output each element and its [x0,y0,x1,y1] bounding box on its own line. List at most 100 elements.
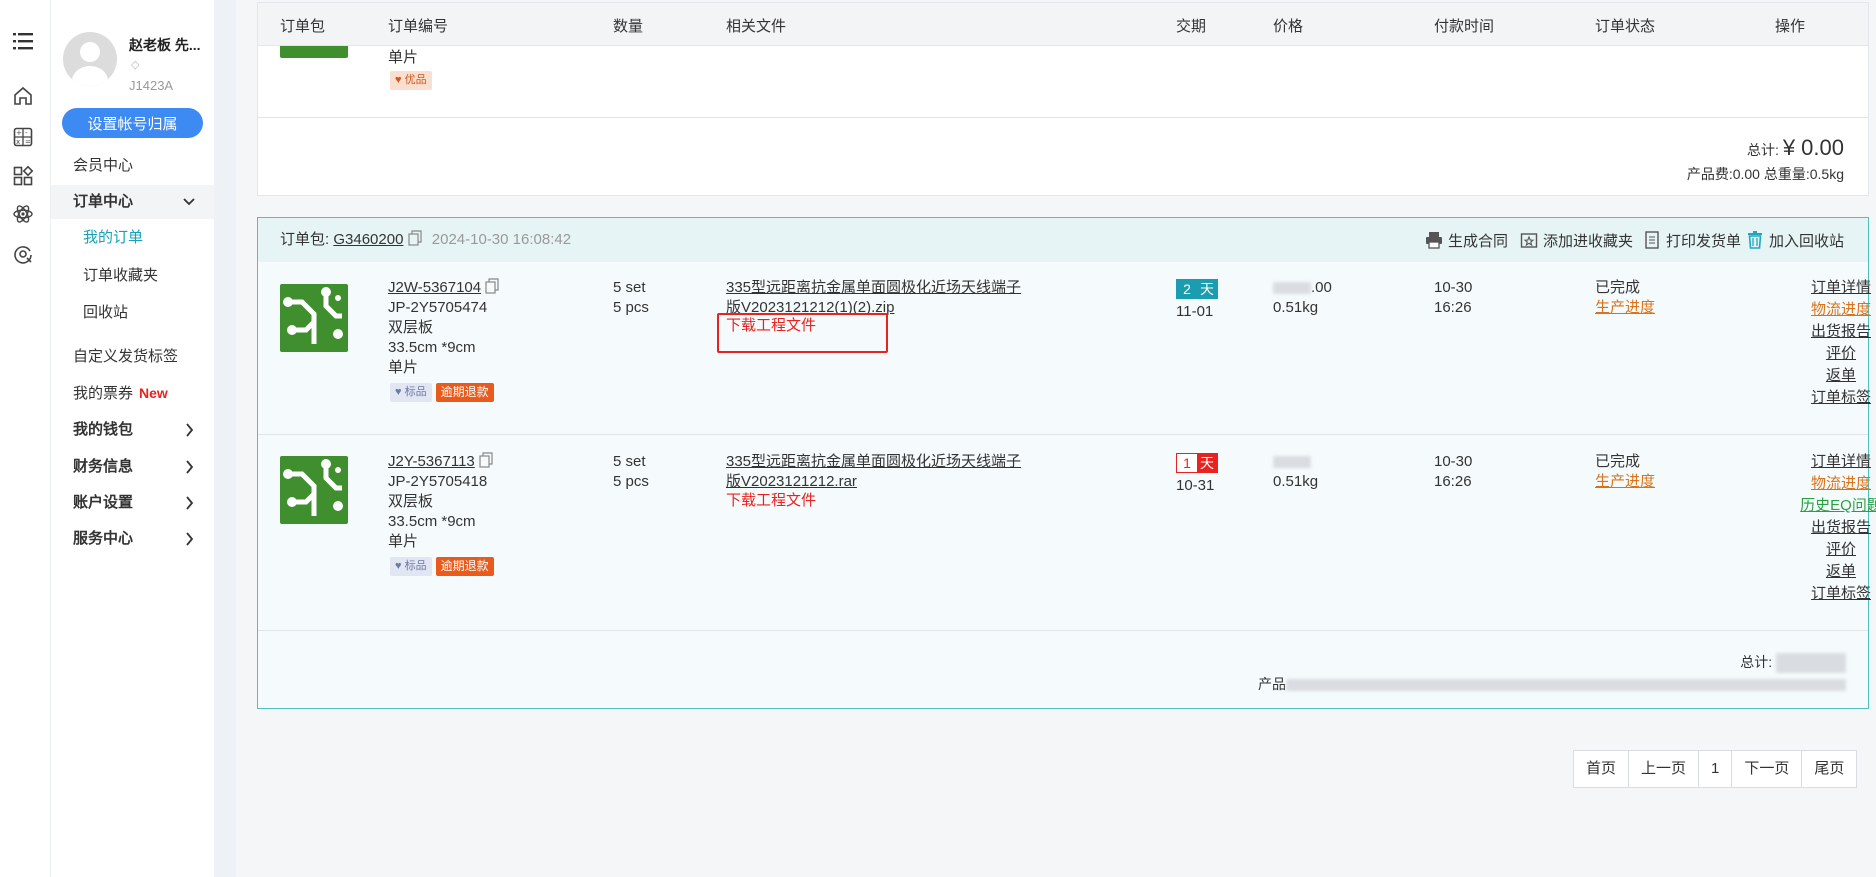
divider [258,117,1868,118]
order-detail-link[interactable]: 订单详情 [1776,452,1876,474]
eq-history-link[interactable]: 历史EQ问题 [1776,496,1876,518]
col-files: 相关文件 [726,18,787,35]
file-name-link[interactable]: 335型远距离抗金属单面圆极化近场天线端子 [726,278,1021,298]
avatar[interactable] [63,32,117,86]
masked-price [1273,282,1311,295]
total-label: 总计: [1747,142,1779,158]
copy-icon[interactable] [479,452,493,468]
package-header: 订单包: G3460200 2024-10-30 16:08:42 生成合同 添… [258,218,1868,262]
order-detail-link[interactable]: 订单详情 [1776,278,1876,300]
sidebar-item-coupons[interactable]: 我的票券 New [51,376,214,410]
shipment-report-link[interactable]: 出货报告 [1776,322,1876,344]
sidebar-item-finance[interactable]: 财务信息 [51,450,214,484]
standard-tag: ♥ 标品 [390,556,432,576]
download-files-link[interactable]: 下载工程文件 [726,491,816,511]
sidebar-item-custom-labels[interactable]: 自定义发货标签 [51,340,214,374]
sidebar-item-label: 我的钱包 [73,421,134,438]
menu-icon[interactable] [12,30,34,52]
atom-icon[interactable] [12,203,34,225]
sidebar-item-label: 自定义发货标签 [73,348,179,365]
days-badge: 1天 [1176,453,1218,473]
masked-price [1273,456,1311,469]
action-label: 生成合同 [1448,233,1509,250]
sidebar-item-recycle-bin[interactable]: 回收站 [51,296,214,330]
star-folder-icon [1520,231,1538,249]
first-page-button[interactable]: 首页 [1574,751,1630,787]
last-page-button[interactable]: 尾页 [1802,751,1856,787]
chevron-down-icon [182,185,196,219]
sidebar: 赵老板 先... ◇ J1423A 设置帐号归属 会员中心 订单中心 我的订单 … [51,0,214,877]
calculator-icon[interactable]: + - x = [12,126,34,148]
board-unit: 单片 [388,533,419,550]
reorder-link[interactable]: 返单 [1776,562,1876,584]
sidebar-item-label: 我的订单 [83,229,144,246]
package-label: 订单包: [280,231,330,248]
pay-date: 10-30 [1434,453,1473,470]
heart-icon: ♥ [395,385,402,398]
sidebar-item-wallet[interactable]: 我的钱包 [51,413,214,447]
order-label-link[interactable]: 订单标签 [1776,584,1876,606]
col-quantity: 数量 [613,18,644,35]
sidebar-item-account-settings[interactable]: 账户设置 [51,486,214,520]
tag-label: 标品 [404,385,427,398]
copy-icon[interactable] [407,230,422,246]
prev-page-button[interactable]: 上一页 [1629,751,1700,787]
print-delivery-button[interactable]: 打印发货单 [1643,230,1741,251]
col-actions: 操作 [1775,18,1806,35]
production-progress-link[interactable]: 生产进度 [1595,472,1655,492]
order-id-link[interactable]: J2W-5367104 [388,279,481,296]
copy-icon[interactable] [485,278,499,294]
sidebar-item-member-center[interactable]: 会员中心 [51,149,214,183]
part-number: JP-2Y5705418 [388,473,488,490]
move-to-recycle-button[interactable]: 加入回收站 [1746,230,1844,251]
sidebar-item-label: 账户设置 [73,494,134,511]
table-header: 订单包 订单编号 数量 相关文件 交期 价格 付款时间 订单状态 操作 [257,2,1869,46]
shipment-report-link[interactable]: 出货报告 [1776,518,1876,540]
logistics-link[interactable]: 物流进度 [1776,300,1876,322]
order-package-card: 订单包: G3460200 2024-10-30 16:08:42 生成合同 添… [257,217,1876,709]
production-progress-link[interactable]: 生产进度 [1595,298,1655,318]
home-icon[interactable] [12,85,34,107]
days-value: 2 [1177,280,1197,298]
file-name-link-2[interactable]: 版V2023121212.rar [726,472,857,492]
reorder-link[interactable]: 返单 [1776,366,1876,388]
generate-contract-button[interactable]: 生成合同 [1425,230,1508,251]
new-badge: New [139,385,168,401]
sidebar-item-label: 回收站 [83,304,129,321]
order-label-link[interactable]: 订单标签 [1776,388,1876,410]
order-status: 已完成 [1595,279,1641,296]
set-account-button[interactable]: 设置帐号归属 [62,108,203,138]
order-id-link[interactable]: J2Y-5367113 [388,453,475,470]
heart-icon: ♥ [395,559,402,572]
sidebar-item-order-center[interactable]: 订单中心 [51,185,214,219]
sidebar-item-my-orders[interactable]: 我的订单 [51,221,214,255]
sidebar-item-service-center[interactable]: 服务中心 [51,522,214,556]
fee-prefix: 产品 [1258,676,1286,692]
file-name-link[interactable]: 335型远距离抗金属单面圆极化近场天线端子 [726,452,1021,472]
col-delivery: 交期 [1176,18,1207,35]
add-favorite-button[interactable]: 添加进收藏夹 [1520,230,1633,251]
icon-rail: + - x = [0,0,51,877]
price [1273,452,1311,472]
scan-icon[interactable] [12,243,34,265]
sidebar-item-label: 订单收藏夹 [83,267,159,284]
page-number-button[interactable]: 1 [1699,751,1733,787]
layer-type: 双层板 [388,319,434,336]
pcb-thumbnail[interactable] [280,456,348,524]
weight: 0.51kg [1273,299,1319,316]
days-badge: 2天 [1176,279,1218,299]
sidebar-item-order-favorites[interactable]: 订单收藏夹 [51,259,214,293]
total-label: 总计: [1740,654,1773,670]
previous-order-card: 单片 ♥ 优品 总计: ¥ 0.00 产品费:0.00 总重量:0.5kg [257,6,1869,196]
next-page-button[interactable]: 下一页 [1732,751,1803,787]
review-link[interactable]: 评价 [1776,540,1876,562]
trash-icon [1746,231,1764,249]
svg-text:x: x [16,138,20,146]
review-link[interactable]: 评价 [1776,344,1876,366]
apps-icon[interactable] [12,165,34,187]
days-value: 1 [1177,454,1197,472]
pcb-thumbnail[interactable] [280,284,348,352]
action-label: 添加进收藏夹 [1543,233,1634,250]
logistics-link[interactable]: 物流进度 [1776,474,1876,496]
package-id-link[interactable]: G3460200 [333,231,403,248]
